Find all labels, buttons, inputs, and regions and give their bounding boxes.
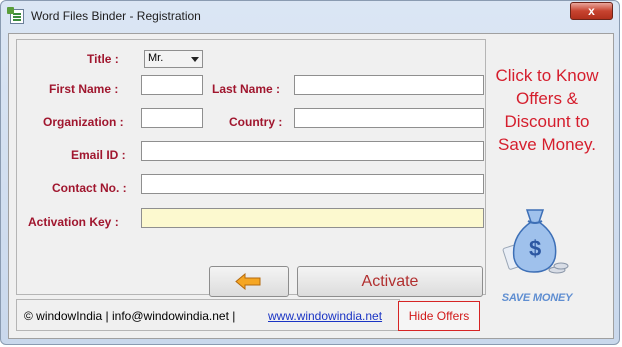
activation-key-input[interactable] xyxy=(141,208,484,228)
offers-link[interactable]: Click to Know Offers & Discount to Save … xyxy=(487,64,607,156)
arrow-left-icon xyxy=(235,273,261,290)
offers-line-3: Discount to xyxy=(504,112,590,131)
close-button[interactable]: x xyxy=(570,2,613,20)
offers-line-2: Offers & xyxy=(515,89,579,108)
first-name-label: First Name : xyxy=(49,82,119,96)
first-name-input[interactable] xyxy=(141,75,203,95)
title-select[interactable]: Mr. xyxy=(144,50,203,68)
last-name-label: Last Name : xyxy=(212,82,281,96)
client-area: Title : Mr. First Name : Last Name : Org… xyxy=(8,33,614,339)
footer-info: © windowIndia | info@windowindia.net | xyxy=(24,309,236,323)
organization-label: Organization : xyxy=(43,115,124,129)
country-label: Country : xyxy=(229,115,283,129)
footer-panel: © windowIndia | info@windowindia.net | w… xyxy=(16,299,400,331)
activation-key-label: Activation Key : xyxy=(28,215,119,229)
save-money-badge: SAVE MONEY xyxy=(501,292,573,304)
contact-input[interactable] xyxy=(141,174,484,194)
title-label: Title : xyxy=(87,52,119,66)
organization-input[interactable] xyxy=(141,108,203,128)
title-select-value: Mr. xyxy=(148,52,164,64)
registration-form-panel: Title : Mr. First Name : Last Name : Org… xyxy=(16,39,486,297)
registration-window: Word Files Binder - Registration x Title… xyxy=(0,0,620,345)
activate-button[interactable]: Activate xyxy=(297,266,483,297)
last-name-input[interactable] xyxy=(294,75,484,95)
contact-label: Contact No. : xyxy=(52,181,127,195)
money-bag-icon[interactable]: $ xyxy=(499,206,569,280)
offers-line-1: Click to Know xyxy=(495,66,599,85)
email-label: Email ID : xyxy=(71,148,126,162)
back-button[interactable] xyxy=(209,266,289,297)
chevron-down-icon xyxy=(191,57,199,62)
offers-line-4: Save Money. xyxy=(498,135,596,154)
app-icon xyxy=(7,7,24,24)
window-title: Word Files Binder - Registration xyxy=(31,9,201,23)
country-input[interactable] xyxy=(294,108,484,128)
email-input[interactable] xyxy=(141,141,484,161)
title-bar[interactable]: Word Files Binder - Registration x xyxy=(1,1,619,33)
hide-offers-button[interactable]: Hide Offers xyxy=(398,301,480,331)
svg-text:$: $ xyxy=(529,236,541,261)
website-link[interactable]: www.windowindia.net xyxy=(268,309,382,323)
